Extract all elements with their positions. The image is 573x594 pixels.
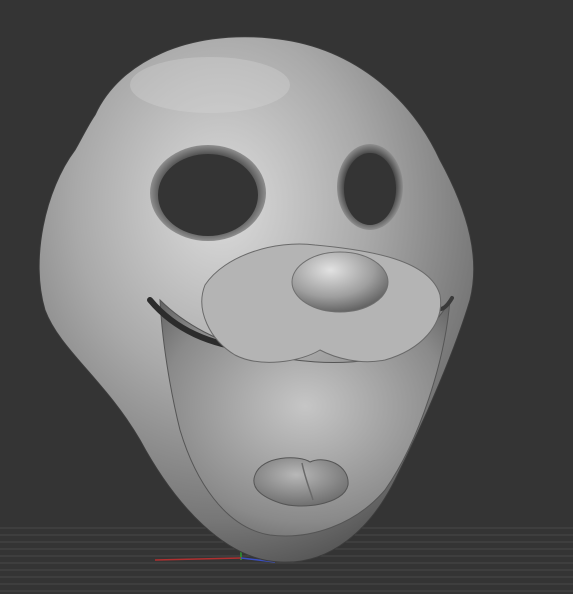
viewport-scene[interactable] <box>0 0 573 594</box>
left-eye-opening <box>158 154 258 236</box>
viewport-canvas[interactable] <box>0 0 573 594</box>
right-eye-opening <box>344 153 396 225</box>
nose <box>291 251 389 313</box>
forehead-highlight <box>130 57 290 113</box>
